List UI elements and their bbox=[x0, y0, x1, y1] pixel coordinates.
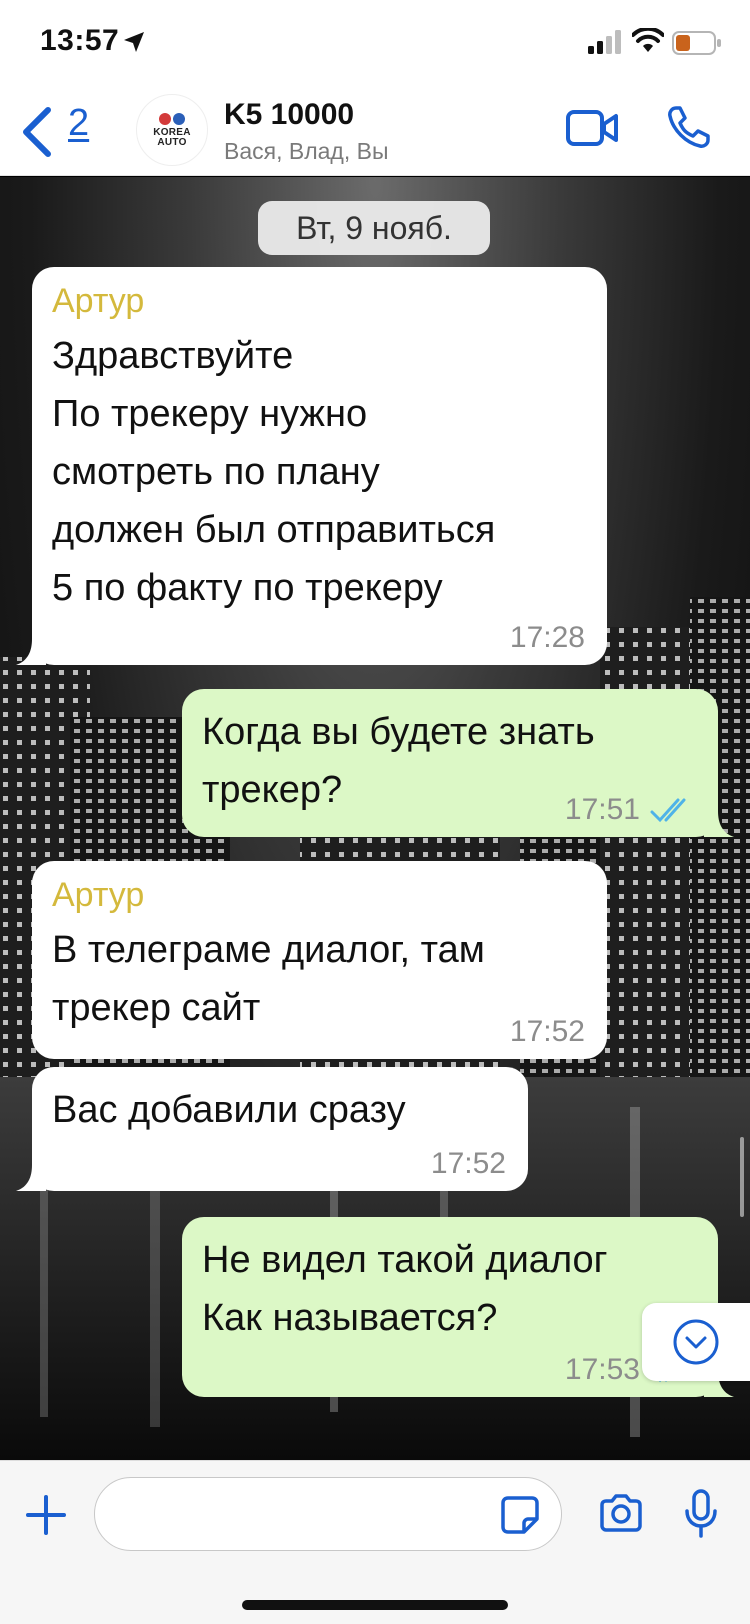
message-time: 17:52 bbox=[431, 1147, 506, 1181]
message-time-text: 17:53 bbox=[564, 1353, 640, 1386]
message-text: В телеграме диалог, там трекер сайт bbox=[52, 929, 485, 1029]
message-bubble-incoming[interactable]: Артур В телеграме диалог, там трекер сай… bbox=[32, 861, 607, 1059]
status-time: 13:57 bbox=[40, 24, 120, 57]
group-avatar[interactable]: KOREA AUTO bbox=[136, 94, 208, 166]
avatar-logo-text-2: AUTO bbox=[157, 136, 187, 148]
double-check-read-icon bbox=[650, 798, 686, 823]
location-arrow-icon bbox=[124, 32, 144, 52]
chat-area[interactable]: Вт, 9 нояб. Артур Здравствуйте По трекер… bbox=[0, 177, 750, 1460]
message-bubble-outgoing[interactable]: Когда вы будете знать трекер? 17:51 bbox=[182, 689, 734, 837]
status-bar: 13:57 bbox=[0, 0, 750, 90]
message-time-text: 17:52 bbox=[509, 1015, 585, 1048]
bubble-tail bbox=[16, 1165, 46, 1191]
message-input[interactable] bbox=[94, 1477, 562, 1551]
bubble-tail bbox=[16, 639, 46, 665]
message-bubble-outgoing[interactable]: Не видел такой диалог Как называется? 17… bbox=[182, 1217, 734, 1397]
chat-participants[interactable]: Вася, Влад, Вы bbox=[224, 138, 389, 165]
chat-header: 2 KOREA AUTO K5 10000 Вася, Влад, Вы bbox=[0, 90, 750, 176]
message-time: 17:52 bbox=[510, 1015, 585, 1049]
message-text: Не видел такой диалог Как называется? bbox=[202, 1239, 608, 1339]
message-text: Вас добавили сразу bbox=[52, 1089, 406, 1131]
message-time-text: 17:51 bbox=[564, 793, 640, 826]
microphone-icon[interactable] bbox=[684, 1489, 718, 1539]
chevron-down-circle-icon bbox=[673, 1319, 719, 1365]
chat-title[interactable]: K5 10000 bbox=[224, 98, 354, 132]
battery-icon bbox=[672, 31, 721, 55]
message-bubble-incoming[interactable]: Вас добавили сразу 17:52 bbox=[16, 1067, 528, 1191]
message-sender: Артур bbox=[52, 876, 145, 914]
home-indicator[interactable] bbox=[242, 1600, 508, 1610]
message-input-bar bbox=[0, 1460, 750, 1624]
message-sender: Артур bbox=[52, 282, 145, 320]
avatar-logo bbox=[159, 112, 185, 125]
camera-icon[interactable] bbox=[598, 1493, 644, 1533]
avatar-logo-text: KOREA bbox=[153, 126, 191, 138]
scrollbar[interactable] bbox=[740, 1137, 744, 1217]
bubble-tail bbox=[704, 811, 734, 837]
video-call-icon[interactable] bbox=[566, 108, 618, 148]
date-separator: Вт, 9 нояб. bbox=[258, 201, 490, 255]
scroll-to-bottom-button[interactable] bbox=[642, 1303, 750, 1381]
wifi-icon bbox=[632, 28, 664, 52]
message-time: 17:51 bbox=[565, 793, 696, 827]
message-time-text: 17:28 bbox=[509, 621, 585, 654]
back-unread-count[interactable]: 2 bbox=[68, 102, 89, 145]
cellular-signal-icon bbox=[588, 30, 621, 54]
message-time: 17:28 bbox=[510, 621, 585, 655]
phone-call-icon[interactable] bbox=[666, 104, 712, 150]
plus-icon[interactable] bbox=[24, 1493, 68, 1537]
sticker-icon[interactable] bbox=[500, 1495, 540, 1535]
message-time-text: 17:52 bbox=[430, 1147, 506, 1180]
message-bubble-incoming[interactable]: Артур Здравствуйте По трекеру нужно смот… bbox=[16, 267, 607, 665]
back-chevron-icon[interactable] bbox=[18, 102, 58, 162]
message-text: Здравствуйте По трекеру нужно смотреть п… bbox=[52, 335, 496, 609]
